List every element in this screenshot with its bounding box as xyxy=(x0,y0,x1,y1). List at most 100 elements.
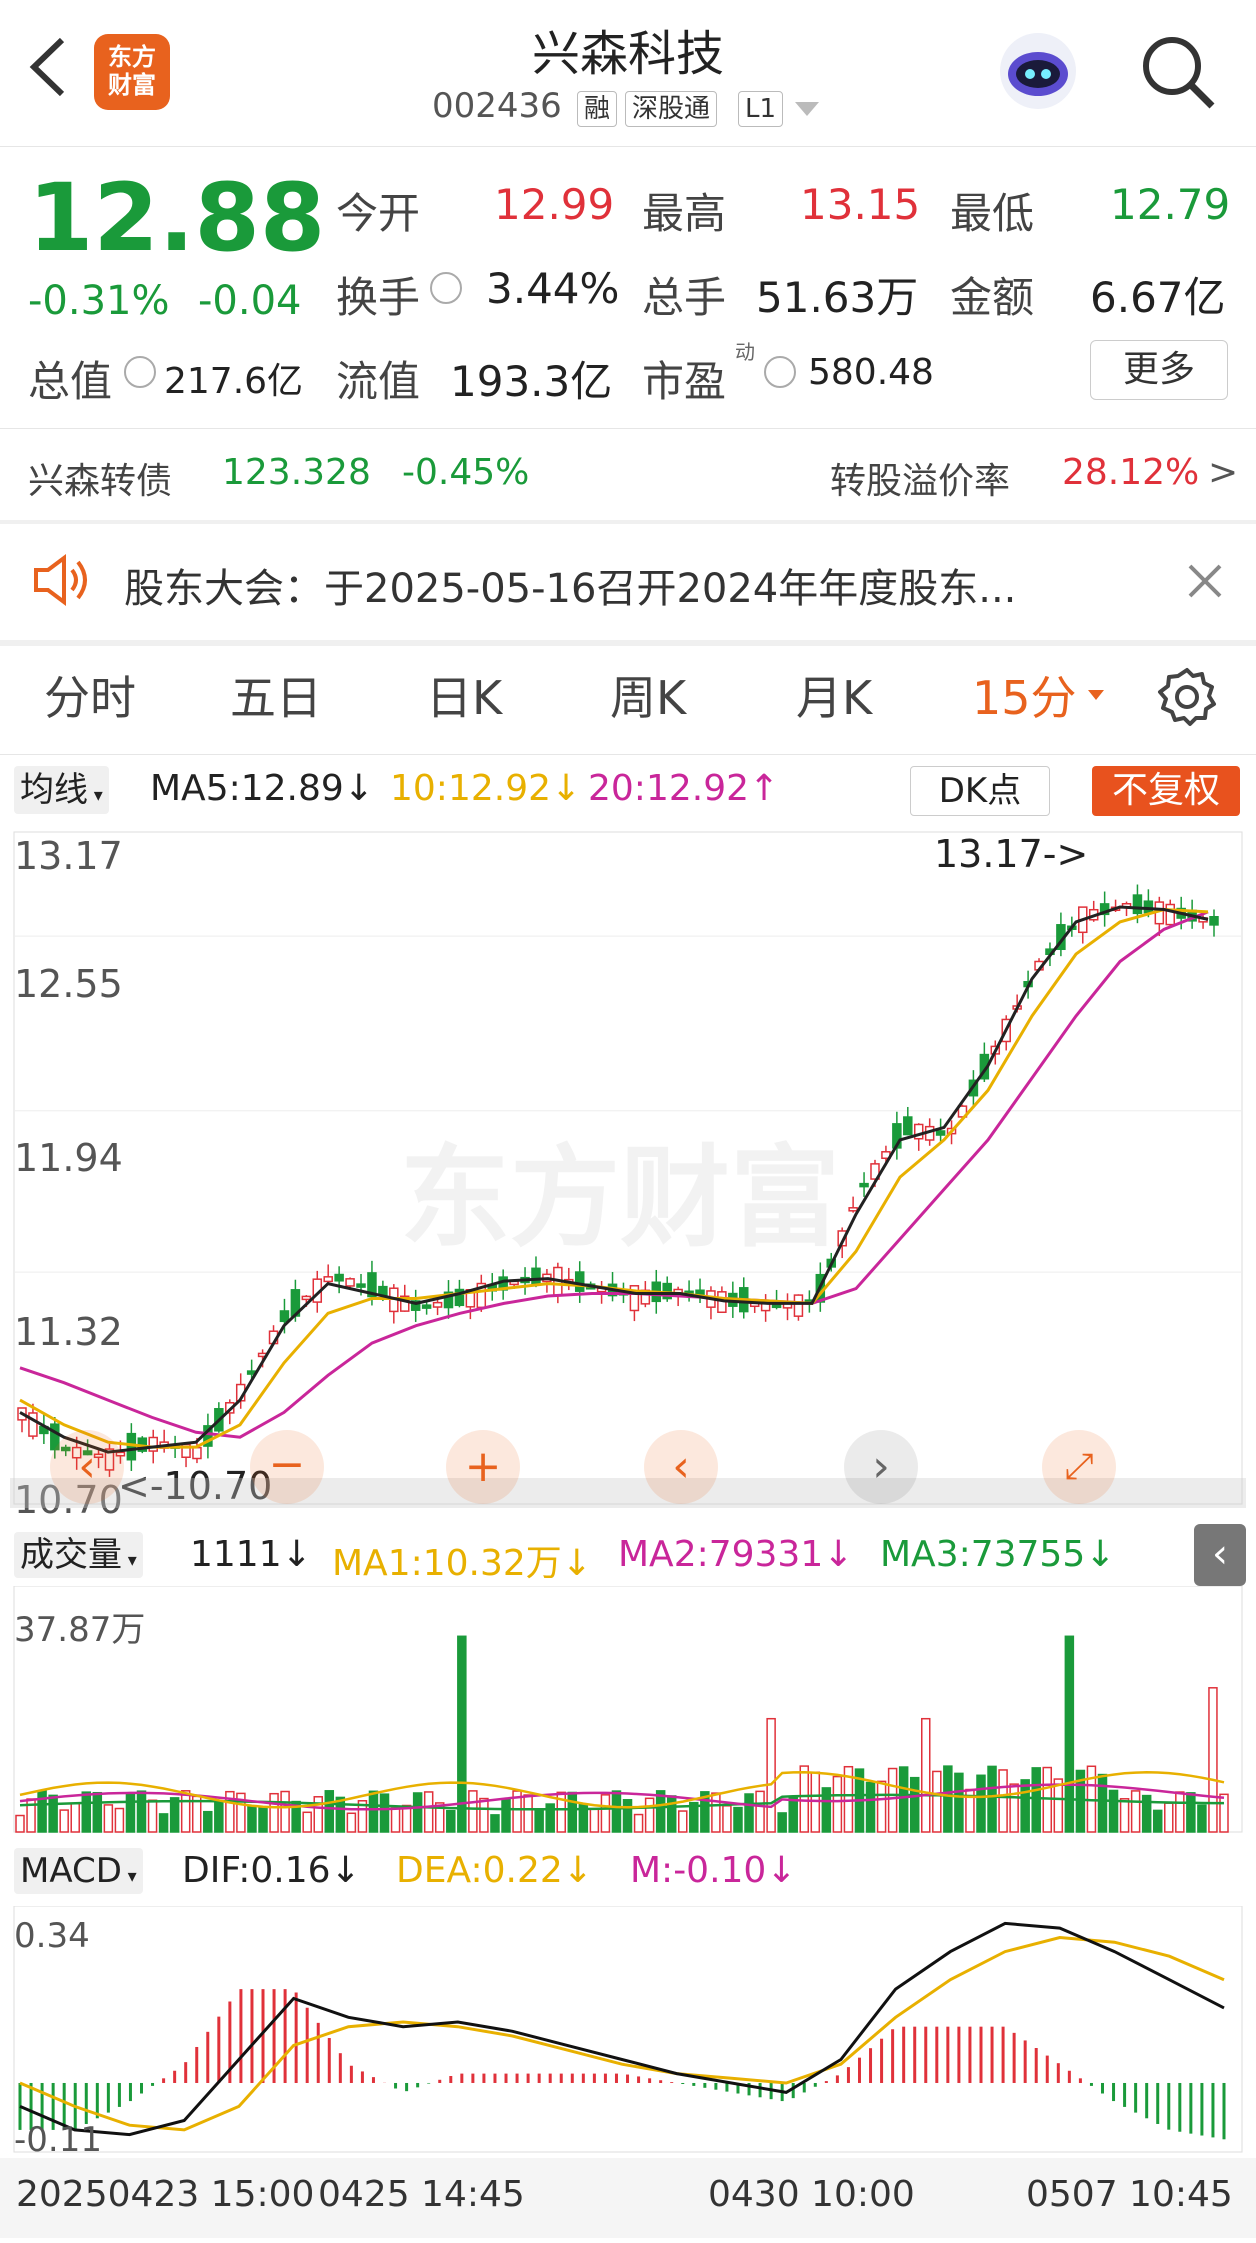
volume-bar xyxy=(247,1805,257,1833)
volume-bar xyxy=(644,1797,655,1833)
volume-current: 1111↓ xyxy=(190,1534,312,1575)
macd-m: M:-0.10↓ xyxy=(630,1850,797,1891)
tag-margin: 融 xyxy=(577,91,618,127)
open-label: 今开 xyxy=(336,189,421,238)
bond-name[interactable]: 兴森转债 xyxy=(28,452,172,504)
x-label-4: 0507 10:45 xyxy=(1026,2174,1233,2215)
move-right-button[interactable]: › xyxy=(844,1430,918,1504)
volume-bar xyxy=(611,1790,622,1833)
volume-bar xyxy=(589,1808,600,1833)
back-icon[interactable] xyxy=(18,32,74,102)
close-icon[interactable] xyxy=(1184,560,1226,602)
dk-point-button[interactable]: DK点 xyxy=(910,766,1050,816)
last-price: 12.88 xyxy=(28,164,326,273)
candle-body xyxy=(848,1207,858,1212)
candle-body xyxy=(793,1294,804,1317)
tab-intraday[interactable]: 分时 xyxy=(44,662,136,728)
volume-bar xyxy=(954,1772,964,1833)
dk-label: DK点 xyxy=(938,771,1022,811)
zoom-in-button[interactable]: + xyxy=(446,1430,520,1504)
volume-bar xyxy=(346,1812,357,1833)
macd-bottom-label: -0.11 xyxy=(14,2120,102,2160)
low-value: 12.79 xyxy=(1110,180,1231,229)
volume-bar xyxy=(534,1808,544,1833)
volume-bar xyxy=(777,1812,787,1833)
macd-selector[interactable]: MACD ▾ xyxy=(14,1848,143,1894)
x-label-2: 0425 14:45 xyxy=(318,2174,525,2215)
amount-value: 6.67亿 xyxy=(1090,273,1226,322)
volume-bar xyxy=(479,1797,489,1833)
volume-bar xyxy=(1031,1767,1041,1833)
volume-bar xyxy=(147,1799,158,1833)
ma-selector[interactable]: 均线 ▾ xyxy=(14,766,109,814)
volume-bar xyxy=(48,1794,58,1833)
candle-body xyxy=(323,1276,333,1283)
fq-button[interactable]: 不复权 xyxy=(1092,766,1240,816)
move-left-button[interactable]: ‹ xyxy=(644,1430,718,1504)
turnover-label: 换手 xyxy=(336,273,421,322)
volume-ma2: MA2:79331↓ xyxy=(618,1534,854,1575)
tab-dropdown-icon[interactable] xyxy=(1088,690,1104,700)
x-label-1: 20250423 15:00 xyxy=(16,2174,315,2215)
kline-y-label-2: 12.55 xyxy=(14,962,123,1006)
tag-level: L1 xyxy=(738,91,784,127)
volume-bar xyxy=(722,1805,732,1833)
volume-bar xyxy=(1009,1783,1019,1833)
volume-bar xyxy=(103,1804,114,1833)
turnover-info-icon[interactable] xyxy=(430,272,462,304)
candle-body xyxy=(935,1130,946,1136)
volume-bar xyxy=(258,1806,268,1833)
premium-arrow[interactable]: > xyxy=(1208,452,1238,493)
volume-bar xyxy=(501,1798,511,1833)
low-label: 最低 xyxy=(950,189,1035,238)
tab-daily-k[interactable]: 日K xyxy=(426,662,502,728)
volume-selector[interactable]: 成交量 ▾ xyxy=(14,1532,143,1578)
tab-weekly-k[interactable]: 周K xyxy=(610,662,686,728)
volume-bar xyxy=(368,1790,379,1833)
volume-bar xyxy=(423,1791,434,1833)
total-value-info-icon[interactable] xyxy=(124,356,156,388)
volume-bar xyxy=(468,1790,478,1833)
float-value-label: 流值 xyxy=(336,357,421,406)
volume-bar xyxy=(567,1791,578,1833)
volume-bar xyxy=(932,1770,942,1833)
volume-bar xyxy=(898,1766,909,1833)
more-button[interactable]: 更多 xyxy=(1090,340,1228,400)
macd-dea: DEA:0.22↓ xyxy=(396,1850,593,1891)
volume-bar xyxy=(1208,1687,1218,1833)
kline-y-label-1: 13.17 xyxy=(14,834,123,878)
tab-five-day[interactable]: 五日 xyxy=(230,662,322,728)
volume-bar xyxy=(865,1781,876,1833)
scroll-left-button[interactable]: ‹ xyxy=(50,1430,124,1504)
settings-gear-icon[interactable] xyxy=(1156,666,1218,728)
candle-body xyxy=(903,1116,913,1136)
total-value-label: 总值 xyxy=(28,357,113,406)
fullscreen-button[interactable]: ⤢ xyxy=(1042,1430,1116,1504)
volume-bar xyxy=(1108,1789,1119,1833)
robot-avatar-icon[interactable] xyxy=(995,28,1081,114)
zoom-out-button[interactable]: − xyxy=(250,1430,324,1504)
volume-bar xyxy=(203,1810,213,1833)
macd-top-label: 0.34 xyxy=(14,1916,90,1956)
page-title: 兴森科技 xyxy=(531,26,724,82)
volume-bar xyxy=(59,1809,69,1833)
volume-bar xyxy=(733,1806,743,1833)
volume-bar xyxy=(335,1796,346,1833)
ma-selector-label: 均线 xyxy=(20,770,88,810)
volume-svg xyxy=(13,1586,1243,1833)
volume-bar xyxy=(114,1807,125,1833)
volume-bar xyxy=(379,1793,390,1833)
volume-bar xyxy=(998,1769,1008,1833)
notice-text[interactable]: 股东大会：于2025-05-16召开2024年年度股东... xyxy=(124,556,1016,614)
volume-bar xyxy=(1119,1798,1130,1833)
volume-selector-label: 成交量 xyxy=(20,1535,122,1575)
volume-bar xyxy=(766,1717,776,1833)
pe-info-icon[interactable] xyxy=(764,356,796,388)
volume-bar xyxy=(1175,1791,1185,1833)
candle-body xyxy=(126,1432,137,1461)
dropdown-icon[interactable] xyxy=(795,102,819,116)
collapse-panel-button[interactable]: ‹ xyxy=(1194,1524,1246,1586)
tab-15min[interactable]: 15分 xyxy=(972,662,1077,728)
tab-monthly-k[interactable]: 月K xyxy=(796,662,872,728)
search-icon[interactable] xyxy=(1138,32,1218,112)
